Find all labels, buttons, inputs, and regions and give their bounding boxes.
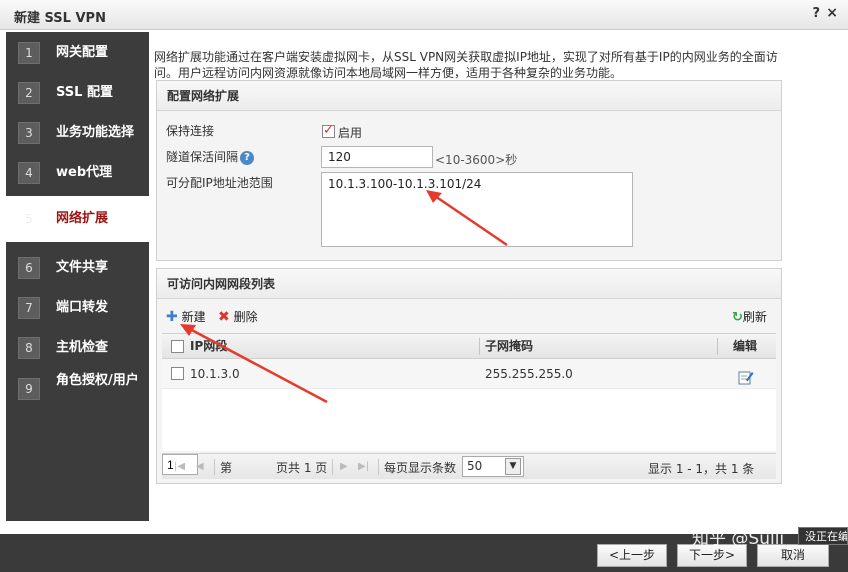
grid-pager: |◀ ◀ 第 页共 1 页 ▶ ▶| 每页显示条数 50 ▼ 显示 1 - 1，… — [162, 453, 776, 479]
wizard-step-sidebar: 1 网关配置 2 SSL 配置 3 业务功能选择 4 web代理 5 网络扩展 … — [6, 32, 149, 521]
last-page-icon[interactable]: ▶| — [358, 461, 369, 472]
delete-icon: ✖ — [218, 309, 230, 325]
delete-button[interactable]: ✖ 删除 — [218, 308, 258, 325]
step-number: 1 — [18, 42, 40, 64]
prev-step-button[interactable]: <上一步 — [597, 544, 667, 567]
step-label: 网关配置 — [56, 45, 109, 60]
per-page-label: 每页显示条数 — [384, 461, 457, 475]
plus-icon: ✚ — [166, 309, 178, 325]
new-label: 新建 — [181, 310, 206, 324]
delete-label: 删除 — [233, 310, 258, 324]
column-subnet-mask[interactable]: 子网掩码 — [485, 334, 533, 359]
step-number: 2 — [18, 82, 40, 104]
pager-divider — [332, 459, 333, 475]
step-label: 主机检查 — [56, 340, 109, 355]
step-label: 角色授权/用户 — [56, 373, 139, 388]
step-label: SSL 配置 — [56, 85, 113, 100]
refresh-label: 刷新 — [742, 310, 767, 324]
step-business-function[interactable]: 3 业务功能选择 — [6, 120, 149, 146]
edit-icon[interactable] — [738, 366, 754, 396]
step-role-auth[interactable]: 9 角色授权/用户 — [6, 372, 149, 406]
step-number: 3 — [18, 122, 40, 144]
step-number: 4 — [18, 162, 40, 184]
next-page-icon[interactable]: ▶ — [340, 461, 348, 472]
per-page-value: 50 — [467, 459, 483, 473]
help-icon[interactable]: ? — [812, 6, 820, 21]
step-ssl-config[interactable]: 2 SSL 配置 — [6, 80, 149, 106]
tunnel-interval-hint: <10-3600>秒 — [435, 153, 518, 167]
row-checkbox[interactable] — [171, 367, 184, 380]
chevron-down-icon: ▼ — [505, 458, 521, 475]
column-divider — [479, 338, 480, 355]
pager-divider — [378, 459, 379, 475]
step-number: 6 — [18, 257, 40, 279]
step-network-extension[interactable]: 5 网络扩展 — [6, 196, 149, 242]
column-divider — [717, 338, 718, 355]
refresh-button[interactable]: ↻刷新 — [732, 308, 767, 325]
step-number: 5 — [18, 208, 40, 230]
step-web-proxy[interactable]: 4 web代理 — [6, 160, 149, 186]
row-ip-cell: 10.1.3.0 — [190, 367, 240, 381]
column-ip-subnet[interactable]: IP网段 — [190, 334, 227, 359]
window-title: 新建 SSL VPN — [14, 11, 106, 26]
watermark: 知乎 @Sulli — [692, 529, 785, 549]
step-number: 9 — [18, 378, 40, 400]
pager-divider — [214, 459, 215, 475]
column-edit: 编辑 — [733, 339, 758, 353]
pager-summary: 显示 1 - 1，共 1 条 — [648, 462, 755, 476]
panel-title: 可访问内网网段列表 — [157, 269, 781, 299]
new-button[interactable]: ✚ 新建 — [166, 308, 206, 325]
question-icon[interactable]: ? — [240, 150, 255, 165]
step-label: web代理 — [56, 165, 113, 180]
ip-pool-textarea[interactable] — [321, 172, 633, 247]
panel-title: 配置网络扩展 — [157, 81, 781, 111]
prev-page-icon[interactable]: ◀ — [196, 461, 204, 472]
enable-label: 启用 — [338, 126, 363, 140]
refresh-icon: ↻ — [732, 310, 743, 325]
tunnel-interval-input[interactable] — [321, 146, 433, 168]
step-label: 业务功能选择 — [56, 125, 135, 140]
close-icon[interactable]: × — [826, 5, 838, 21]
enable-checkbox[interactable] — [322, 123, 335, 138]
step-number: 7 — [18, 297, 40, 319]
step-file-share[interactable]: 6 文件共享 — [6, 255, 149, 281]
grid-header: IP网段 子网掩码 编辑 — [162, 333, 776, 359]
overlay-tooltip: 没正在编 — [798, 527, 848, 545]
page-suffix: 页共 1 页 — [276, 461, 328, 475]
table-row[interactable]: 10.1.3.0 255.255.255.0 — [162, 359, 776, 389]
select-all-checkbox[interactable] — [171, 340, 184, 353]
subnet-grid: 10.1.3.0 255.255.255.0 — [162, 359, 776, 451]
step-label: 端口转发 — [56, 300, 109, 315]
ip-pool-label: 可分配IP地址池范围 — [166, 176, 273, 190]
step-number: 8 — [18, 337, 40, 359]
page-prefix: 第 — [220, 461, 233, 475]
per-page-select[interactable]: 50 ▼ — [462, 456, 524, 477]
keep-alive-label: 保持连接 — [166, 124, 215, 138]
step-host-check[interactable]: 8 主机检查 — [6, 335, 149, 361]
feature-description: 网络扩展功能通过在客户端安装虚拟网卡，从SSL VPN网关获取虚拟IP地址，实现… — [154, 50, 778, 80]
row-mask-cell: 255.255.255.0 — [485, 367, 573, 381]
tunnel-interval-text: 隧道保活间隔 — [166, 150, 239, 164]
first-page-icon[interactable]: |◀ — [174, 461, 185, 472]
step-label: 文件共享 — [56, 260, 109, 275]
step-port-forward[interactable]: 7 端口转发 — [6, 295, 149, 321]
window-titlebar: 新建 SSL VPN ? × — [0, 0, 848, 30]
tunnel-interval-label: 隧道保活间隔? — [166, 148, 255, 165]
step-label: 网络扩展 — [56, 211, 109, 226]
step-gateway-config[interactable]: 1 网关配置 — [6, 40, 149, 66]
